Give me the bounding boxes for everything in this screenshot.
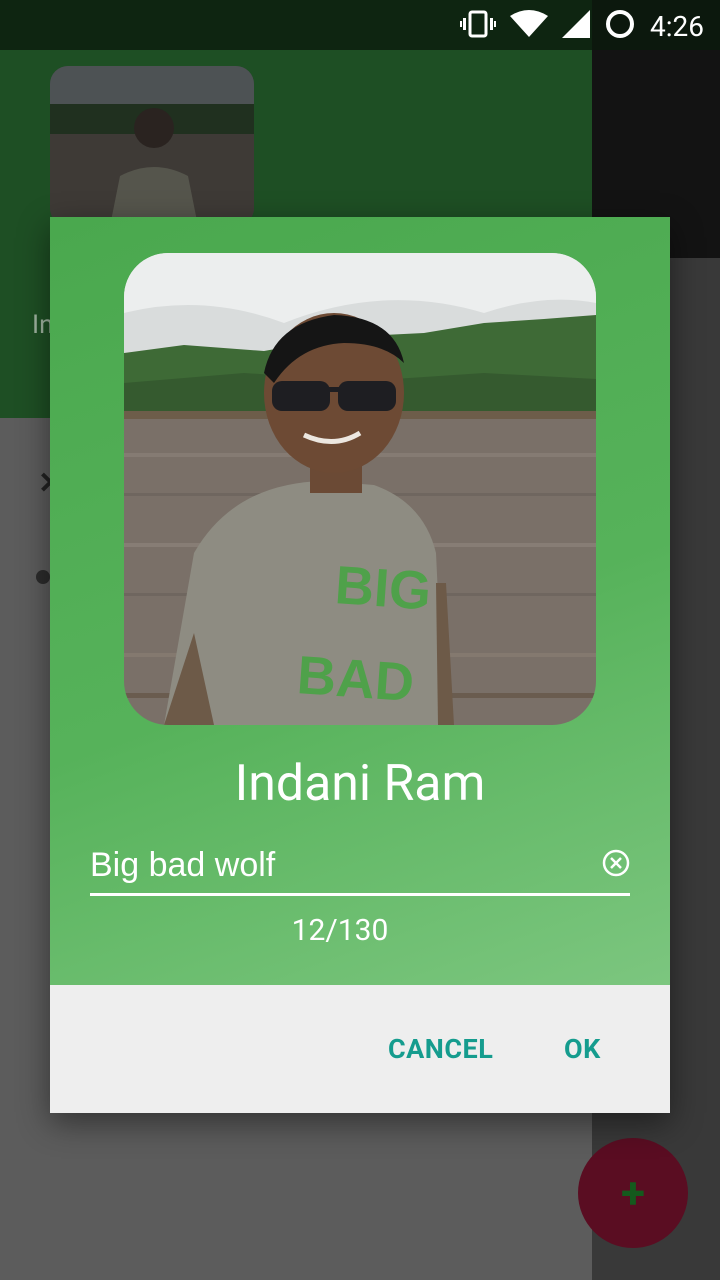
status-time: 4:26 bbox=[650, 9, 704, 43]
profile-name: Indani Ram bbox=[234, 755, 486, 813]
cancel-button[interactable]: CANCEL bbox=[388, 1033, 493, 1065]
sync-icon bbox=[604, 8, 636, 44]
background-profile-thumbnail bbox=[50, 66, 254, 226]
svg-text:BIG: BIG bbox=[333, 555, 433, 622]
status-input-container bbox=[90, 841, 630, 896]
svg-text:BAD: BAD bbox=[295, 645, 416, 713]
wifi-icon bbox=[510, 10, 548, 42]
vibrate-icon bbox=[460, 10, 496, 42]
ok-button[interactable]: OK bbox=[564, 1033, 601, 1065]
clear-icon[interactable] bbox=[602, 849, 630, 877]
background-dot-icon bbox=[36, 570, 50, 584]
status-input[interactable] bbox=[90, 841, 580, 889]
add-fab-button[interactable]: + bbox=[578, 1138, 688, 1248]
signal-icon bbox=[562, 10, 590, 42]
dialog-header: BIG BAD Indani Ram 12/130 bbox=[50, 217, 670, 985]
profile-photo[interactable]: BIG BAD bbox=[124, 253, 596, 725]
edit-status-dialog: BIG BAD Indani Ram 12/130 CANCEL OK bbox=[50, 217, 670, 1113]
dialog-actions: CANCEL OK bbox=[50, 985, 670, 1113]
status-bar: 4:26 bbox=[0, 0, 720, 50]
char-counter: 12/130 bbox=[291, 913, 389, 948]
